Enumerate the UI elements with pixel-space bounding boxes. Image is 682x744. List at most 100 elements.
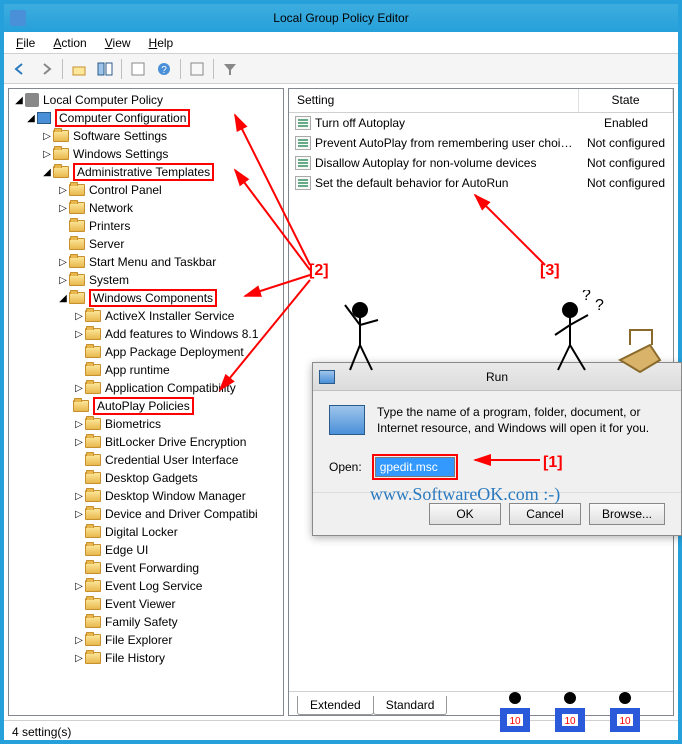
folder-icon [85, 472, 101, 484]
tree-computer-config[interactable]: ◢Computer Configuration [11, 109, 281, 127]
tab-standard[interactable]: Standard [373, 696, 448, 715]
menu-help[interactable]: Help [141, 34, 182, 52]
tree-item[interactable]: AutoPlay Policies [11, 397, 281, 415]
cancel-button[interactable]: Cancel [509, 503, 581, 525]
tree-item[interactable]: App Package Deployment [11, 343, 281, 361]
tree-item[interactable]: ▷Desktop Window Manager [11, 487, 281, 505]
list-item[interactable]: Prevent AutoPlay from remembering user c… [289, 133, 673, 153]
setting-icon [295, 136, 311, 150]
expand-icon[interactable]: ▷ [73, 329, 85, 340]
run-dialog[interactable]: Run Type the name of a program, folder, … [312, 362, 682, 536]
expand-icon[interactable]: ▷ [41, 131, 53, 142]
separator-icon [62, 59, 63, 79]
expand-icon[interactable]: ▷ [57, 185, 69, 196]
folder-icon [53, 166, 69, 178]
tree-item[interactable]: ▷Event Log Service [11, 577, 281, 595]
folder-icon [85, 346, 101, 358]
tree-item[interactable]: ▷ActiveX Installer Service [11, 307, 281, 325]
tree-item[interactable]: ▷BitLocker Drive Encryption [11, 433, 281, 451]
expand-icon[interactable]: ▷ [57, 257, 69, 268]
list-item[interactable]: Disallow Autoplay for non-volume devices… [289, 153, 673, 173]
list-item[interactable]: Turn off AutoplayEnabled [289, 113, 673, 133]
collapse-icon[interactable]: ◢ [57, 293, 69, 304]
expand-icon[interactable]: ▷ [73, 383, 85, 394]
tree-item[interactable]: Server [11, 235, 281, 253]
list-item[interactable]: Set the default behavior for AutoRunNot … [289, 173, 673, 193]
expand-icon[interactable]: ▷ [57, 203, 69, 214]
folder-icon [85, 580, 101, 592]
folder-icon [53, 148, 69, 160]
tree-item[interactable]: Edge UI [11, 541, 281, 559]
filter-icon[interactable] [218, 57, 242, 81]
tree-item[interactable]: Event Viewer [11, 595, 281, 613]
expand-icon[interactable]: ▷ [41, 149, 53, 160]
separator-icon [121, 59, 122, 79]
folder-icon [69, 274, 85, 286]
tree-item[interactable]: Digital Locker [11, 523, 281, 541]
tree-item[interactable]: ▷Network [11, 199, 281, 217]
show-hide-button[interactable] [93, 57, 117, 81]
open-input[interactable] [375, 457, 455, 477]
tab-extended[interactable]: Extended [297, 696, 374, 715]
menu-action[interactable]: Action [45, 34, 94, 52]
tree-item[interactable]: Family Safety [11, 613, 281, 631]
tree-admin-templates[interactable]: ◢Administrative Templates [11, 163, 281, 181]
svg-text:10: 10 [564, 716, 576, 727]
status-text: 4 setting(s) [12, 725, 71, 739]
expand-icon[interactable]: ▷ [73, 311, 85, 322]
up-button[interactable] [67, 57, 91, 81]
settings-list[interactable]: Turn off AutoplayEnabledPrevent AutoPlay… [289, 113, 673, 193]
folder-icon [85, 544, 101, 556]
column-setting[interactable]: Setting [289, 89, 579, 112]
expand-icon[interactable]: ▷ [73, 509, 85, 520]
collapse-icon[interactable]: ◢ [13, 95, 25, 106]
expand-icon[interactable]: ▷ [73, 491, 85, 502]
expand-icon[interactable]: ▷ [73, 653, 85, 664]
tree-item[interactable]: ▷File Explorer [11, 631, 281, 649]
tree-item[interactable]: ▷Add features to Windows 8.1 [11, 325, 281, 343]
ok-button[interactable]: OK [429, 503, 501, 525]
folder-icon [85, 454, 101, 466]
tree-item[interactable]: ▷Control Panel [11, 181, 281, 199]
forward-button[interactable] [34, 57, 58, 81]
tree-item[interactable]: ▷Biometrics [11, 415, 281, 433]
expand-icon[interactable]: ▷ [73, 635, 85, 646]
expand-icon[interactable]: ▷ [57, 275, 69, 286]
tree-item[interactable]: App runtime [11, 361, 281, 379]
setting-icon [295, 176, 311, 190]
collapse-icon[interactable]: ◢ [41, 167, 53, 178]
tree-item[interactable]: ▷Start Menu and Taskbar [11, 253, 281, 271]
menu-file[interactable]: File [8, 34, 43, 52]
tree-item[interactable]: ▷Application Compatibility [11, 379, 281, 397]
back-button[interactable] [8, 57, 32, 81]
folder-icon [85, 526, 101, 538]
tree-item[interactable]: ▷File History [11, 649, 281, 667]
policy-icon [25, 93, 39, 107]
tree-item[interactable]: Desktop Gadgets [11, 469, 281, 487]
tree-item[interactable]: ▷Software Settings [11, 127, 281, 145]
folder-icon [85, 418, 101, 430]
browse-button[interactable]: Browse... [589, 503, 665, 525]
tree-item[interactable]: Credential User Interface [11, 451, 281, 469]
help-icon[interactable]: ? [152, 57, 176, 81]
run-description: Type the name of a program, folder, docu… [377, 405, 665, 436]
titlebar[interactable]: Local Group Policy Editor [4, 4, 678, 32]
tree-windows-components[interactable]: ◢Windows Components [11, 289, 281, 307]
tree-item[interactable]: Event Forwarding [11, 559, 281, 577]
tree-item[interactable]: ▷System [11, 271, 281, 289]
folder-icon [85, 508, 101, 520]
tree-item[interactable]: ▷Windows Settings [11, 145, 281, 163]
svg-text:?: ? [161, 65, 167, 76]
tree-root[interactable]: ◢Local Computer Policy [11, 91, 281, 109]
expand-icon[interactable]: ▷ [73, 581, 85, 592]
tree-item[interactable]: Printers [11, 217, 281, 235]
tool-icon[interactable] [185, 57, 209, 81]
tool-icon[interactable] [126, 57, 150, 81]
expand-icon[interactable]: ▷ [73, 419, 85, 430]
expand-icon[interactable]: ▷ [73, 437, 85, 448]
tree-item[interactable]: ▷Device and Driver Compatibi [11, 505, 281, 523]
menu-view[interactable]: View [97, 34, 139, 52]
nav-tree[interactable]: ◢Local Computer Policy ◢Computer Configu… [9, 89, 283, 715]
column-state[interactable]: State [579, 89, 673, 112]
collapse-icon[interactable]: ◢ [25, 113, 37, 124]
